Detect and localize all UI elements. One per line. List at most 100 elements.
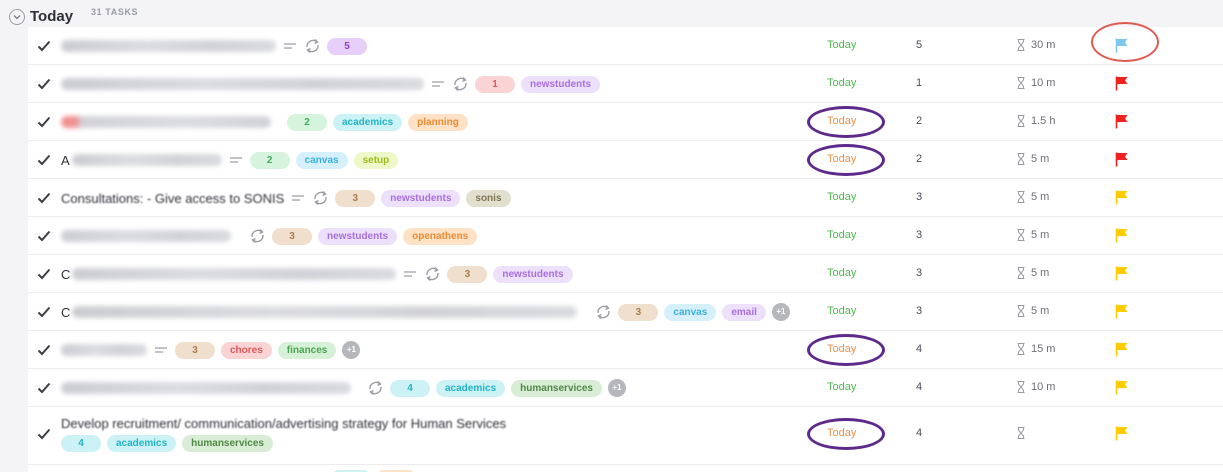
sprint-points[interactable]: 4 [916, 343, 922, 355]
points-tag[interactable]: 3 [447, 265, 488, 283]
task-row[interactable]: 2 academics planning Today 2 1.5 h [28, 103, 1223, 141]
sprint-points[interactable]: 3 [916, 191, 922, 203]
priority-flag-icon[interactable] [1115, 152, 1129, 167]
task-name-visible[interactable]: A [61, 153, 70, 168]
tag-finances[interactable]: finances [277, 341, 337, 359]
tag-newstudents[interactable]: newstudents [318, 227, 398, 245]
due-date[interactable]: Today [827, 381, 856, 393]
tag-humanservices[interactable]: humanservices [182, 435, 273, 452]
tag-academics[interactable]: academics [436, 379, 506, 397]
time-estimate[interactable]: 5 m [1017, 305, 1049, 317]
task-name-redacted[interactable] [72, 306, 578, 318]
tag-newstudents[interactable]: newstudents [381, 189, 461, 207]
priority-flag-icon[interactable] [1115, 342, 1129, 357]
points-tag[interactable]: 2 [249, 151, 290, 169]
task-row[interactable]: C 3 canvas email +1 Today 3 5 m [28, 293, 1223, 331]
sprint-points[interactable]: 3 [916, 305, 922, 317]
points-tag[interactable]: 3 [272, 227, 312, 245]
time-estimate[interactable]: 5 m [1017, 153, 1049, 165]
task-row-partial[interactable] [28, 465, 1223, 472]
points-tag[interactable]: 3 [175, 341, 215, 359]
complete-check-icon[interactable] [37, 78, 51, 90]
sprint-points[interactable]: 3 [916, 267, 922, 279]
priority-flag-icon[interactable] [1115, 114, 1129, 129]
due-date[interactable]: Today [827, 39, 856, 51]
priority-flag-icon[interactable] [1115, 380, 1129, 395]
task-name-redacted[interactable] [61, 230, 231, 242]
task-name-redacted[interactable] [61, 116, 271, 128]
complete-check-icon[interactable] [37, 116, 51, 128]
tag-canvas[interactable]: canvas [295, 151, 348, 169]
more-tags-badge[interactable]: +1 [607, 379, 626, 397]
more-tags-badge[interactable]: +1 [342, 341, 361, 359]
time-estimate[interactable]: 1.5 h [1017, 115, 1055, 127]
due-date[interactable]: Today [827, 305, 856, 317]
time-estimate[interactable] [1017, 427, 1031, 439]
task-name-redacted[interactable] [72, 268, 397, 280]
points-tag[interactable]: 4 [390, 379, 430, 397]
task-name-redacted[interactable] [71, 154, 222, 166]
complete-check-icon[interactable] [37, 40, 51, 52]
complete-check-icon[interactable] [37, 154, 51, 166]
task-row[interactable]: 3 chores finances +1 Today 4 15 m [28, 331, 1223, 369]
sprint-points[interactable]: 1 [916, 77, 922, 89]
collapse-chevron-icon[interactable] [9, 9, 25, 25]
time-estimate[interactable]: 5 m [1017, 229, 1049, 241]
sprint-points[interactable]: 5 [916, 39, 922, 51]
sprint-points[interactable]: 2 [916, 153, 922, 165]
more-tags-badge[interactable]: +1 [771, 303, 790, 321]
task-row[interactable]: C 3 newstudents Today 3 5 m [28, 255, 1223, 293]
tag-humanservices[interactable]: humanservices [511, 379, 602, 397]
due-date[interactable]: Today [827, 229, 856, 241]
priority-flag-icon[interactable] [1115, 266, 1129, 281]
time-estimate[interactable]: 30 m [1017, 39, 1055, 51]
complete-check-icon[interactable] [37, 382, 51, 394]
tag-chores[interactable]: chores [221, 341, 272, 359]
points-tag[interactable]: 5 [327, 37, 367, 55]
priority-flag-icon[interactable] [1115, 228, 1129, 243]
complete-check-icon[interactable] [37, 344, 51, 356]
due-date[interactable]: Today [827, 77, 856, 89]
complete-check-icon[interactable] [37, 230, 51, 242]
task-row[interactable]: 4 academics humanservices +1 Today 4 10 … [28, 369, 1223, 407]
tag-newstudents[interactable]: newstudents [493, 265, 573, 283]
task-name-redacted[interactable] [61, 344, 147, 356]
tag-planning[interactable]: planning [408, 113, 468, 131]
task-name-visible[interactable]: C [61, 267, 70, 282]
points-tag[interactable]: 4 [61, 435, 101, 452]
sprint-points[interactable]: 3 [916, 229, 922, 241]
complete-check-icon[interactable] [37, 268, 51, 280]
complete-check-icon[interactable] [37, 306, 51, 318]
tag-academics[interactable]: academics [107, 435, 177, 452]
task-row[interactable]: 3 newstudents openathens Today 3 5 m [28, 217, 1223, 255]
tag-openathens[interactable]: openathens [403, 227, 478, 245]
time-estimate[interactable]: 10 m [1017, 381, 1055, 393]
task-name-visible[interactable]: Consultations: - Give access to SONIS [61, 191, 284, 206]
task-row[interactable]: A 2 canvas setup Today 2 5 m [28, 141, 1223, 179]
points-tag[interactable]: 2 [287, 113, 327, 131]
due-date[interactable]: Today [827, 267, 856, 279]
priority-flag-icon[interactable] [1115, 304, 1129, 319]
task-name-redacted[interactable] [61, 78, 424, 90]
sprint-points[interactable]: 2 [916, 115, 922, 127]
points-tag[interactable]: 1 [475, 75, 515, 93]
time-estimate[interactable]: 10 m [1017, 77, 1055, 89]
tag-setup[interactable]: setup [353, 151, 399, 169]
points-tag[interactable]: 3 [335, 189, 376, 207]
task-row[interactable]: Develop recruitment/ communication/adver… [28, 407, 1223, 465]
complete-check-icon[interactable] [37, 428, 51, 440]
due-date[interactable]: Today [827, 191, 856, 203]
task-row[interactable]: Consultations: - Give access to SONIS 3 … [28, 179, 1223, 217]
tag-sonis[interactable]: sonis [466, 189, 511, 207]
task-row[interactable]: 5 Today 5 30 m [28, 22, 1223, 65]
priority-flag-icon[interactable] [1115, 426, 1129, 441]
task-row[interactable]: 1 newstudents Today 1 10 m [28, 65, 1223, 103]
task-name-redacted[interactable] [61, 40, 276, 52]
tag-newstudents[interactable]: newstudents [521, 75, 601, 93]
task-name-visible[interactable]: Develop recruitment/ communication/adver… [61, 416, 506, 431]
time-estimate[interactable]: 15 m [1017, 343, 1055, 355]
tag-canvas[interactable]: canvas [664, 303, 717, 321]
task-name-visible[interactable]: C [61, 305, 70, 320]
priority-flag-icon[interactable] [1115, 76, 1129, 91]
sprint-points[interactable]: 4 [916, 427, 922, 439]
